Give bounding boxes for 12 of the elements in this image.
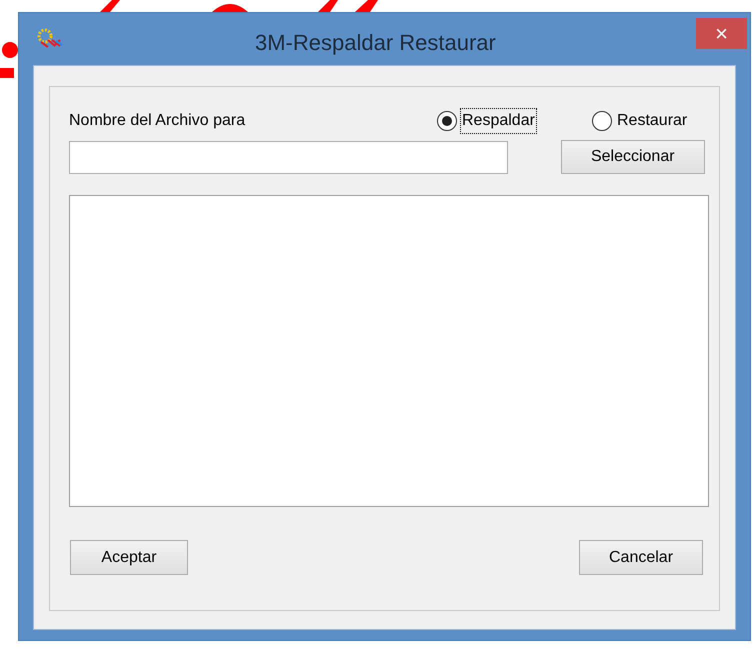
accept-button[interactable]: Aceptar	[70, 540, 188, 575]
file-name-field[interactable]	[69, 140, 508, 174]
radio-label[interactable]: Restaurar	[615, 108, 690, 134]
radio-button[interactable]	[437, 111, 457, 131]
select-button[interactable]: Seleccionar	[560, 140, 705, 174]
close-button[interactable]: ×	[696, 18, 747, 49]
cancel-button[interactable]: Cancelar	[579, 540, 703, 575]
field-label: Nombre del Archivo para	[69, 111, 246, 131]
window-title: 3M-Respaldar Restaurar	[255, 29, 496, 57]
radio-label[interactable]: Respaldar	[460, 108, 537, 134]
radio-button[interactable]	[592, 111, 612, 131]
gear-icon	[36, 28, 63, 48]
